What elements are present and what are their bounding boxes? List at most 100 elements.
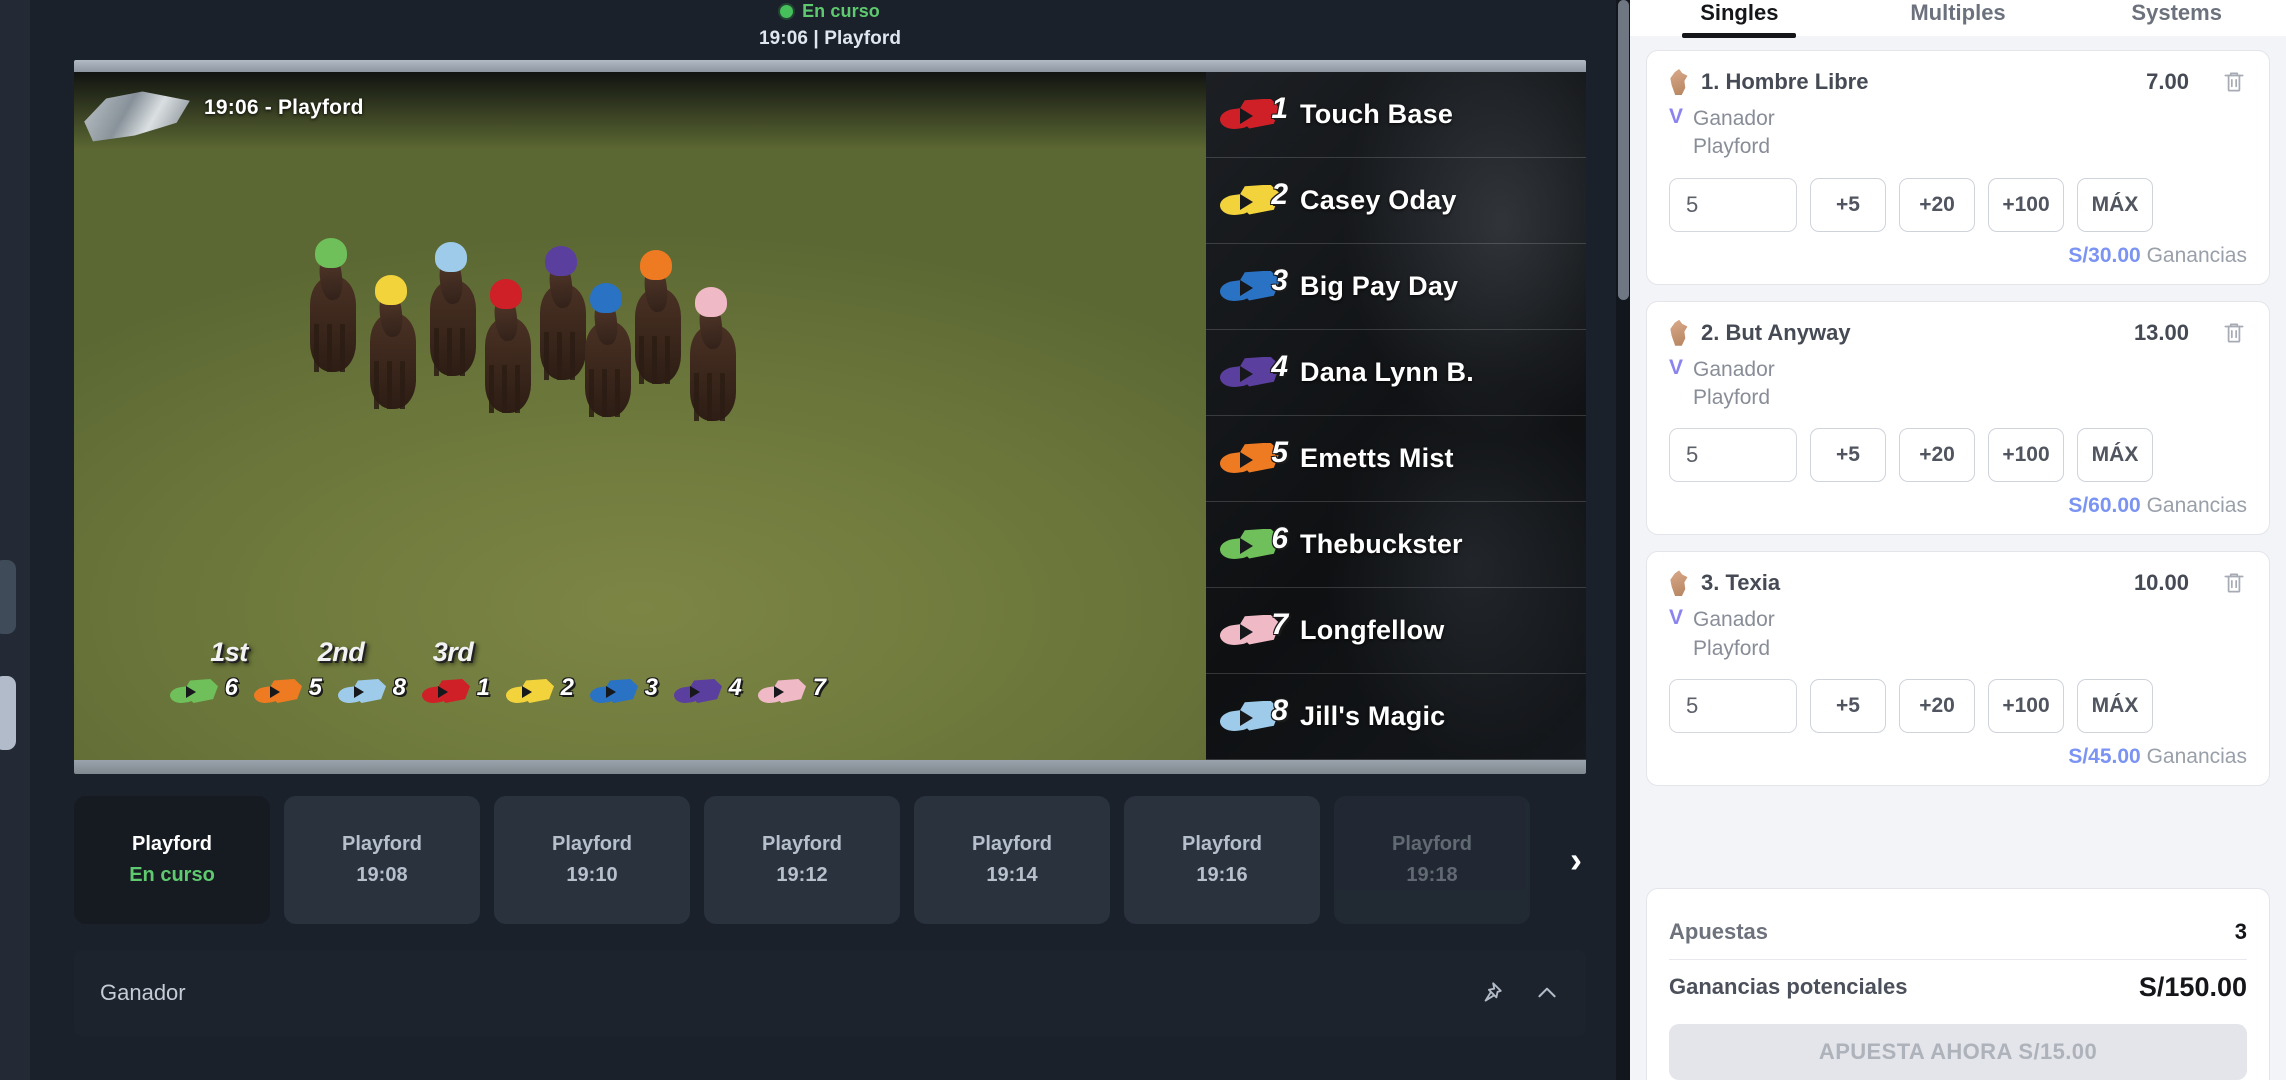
bet-market-block: V Ganador Playford bbox=[1669, 356, 2247, 413]
race-tab-time: 19:18 bbox=[1406, 864, 1458, 886]
position-label: 1st bbox=[210, 637, 248, 667]
horse-figure bbox=[364, 259, 422, 409]
runner-name: Jill's Magic bbox=[1300, 701, 1446, 731]
place-bet-button[interactable]: APUESTA AHORA S/15.00 bbox=[1669, 1024, 2247, 1080]
race-tab[interactable]: Playford 19:14 bbox=[914, 796, 1110, 924]
race-tab[interactable]: Playford 19:18 bbox=[1334, 796, 1530, 924]
betslip-tab[interactable]: Singles bbox=[1630, 0, 1849, 26]
race-tab[interactable]: Playford 19:08 bbox=[284, 796, 480, 924]
race-tab-time: 19:14 bbox=[986, 864, 1038, 886]
betslip-tab[interactable]: Multiples bbox=[1849, 0, 2068, 26]
quick-stake-button[interactable]: MÁX bbox=[2077, 177, 2153, 232]
quick-stake-button[interactable]: +5 bbox=[1810, 177, 1886, 232]
bet-market-block: V Ganador Playford bbox=[1669, 105, 2247, 162]
runner-row[interactable]: 5 Emetts Mist bbox=[1206, 416, 1586, 502]
silk-icon: 4 bbox=[673, 674, 742, 708]
race-tab-time: 19:10 bbox=[566, 864, 618, 886]
trash-icon[interactable] bbox=[2221, 570, 2247, 596]
video-canvas[interactable]: 19:06 - Playford 1st 2nd 3rd 65812347 bbox=[74, 72, 1206, 760]
quick-stake-button[interactable]: MÁX bbox=[2077, 428, 2153, 483]
bet-winnings: S/30.00 Ganancias bbox=[1669, 244, 2247, 268]
summary-row-potential: Ganancias potenciales S/150.00 bbox=[1669, 960, 2247, 1014]
stake-input[interactable] bbox=[1669, 679, 1797, 734]
quick-stake-button[interactable]: +5 bbox=[1810, 428, 1886, 483]
runner-name: Dana Lynn B. bbox=[1300, 357, 1474, 387]
silk-icon: 1 bbox=[1218, 92, 1288, 135]
horse-field bbox=[74, 192, 1206, 542]
live-dot-icon bbox=[780, 4, 794, 18]
silk-icon: 8 bbox=[1218, 694, 1288, 737]
bet-winnings: S/60.00 Ganancias bbox=[1669, 494, 2247, 518]
quick-stake-button[interactable]: +20 bbox=[1899, 177, 1975, 232]
runner-name: Longfellow bbox=[1300, 615, 1445, 645]
runner-row[interactable]: 1 Touch Base bbox=[1206, 72, 1586, 158]
bet-odds: 13.00 bbox=[2133, 319, 2189, 345]
rail-handle-upper[interactable] bbox=[0, 560, 16, 634]
bet-selection: 1. Hombre Libre bbox=[1701, 69, 1869, 94]
silk-icon: 2 bbox=[1218, 178, 1288, 221]
trash-icon[interactable] bbox=[2221, 69, 2247, 95]
position-labels: 1st 2nd 3rd bbox=[196, 637, 824, 668]
bet-market-text: Ganador Playford bbox=[1693, 357, 1775, 410]
betslip-summary: Apuestas 3 Ganancias potenciales S/150.0… bbox=[1646, 888, 2270, 1080]
main-scrollbar[interactable] bbox=[1616, 0, 1630, 1080]
quick-stake-button[interactable]: +100 bbox=[1988, 679, 2064, 734]
scrollbar-thumb[interactable] bbox=[1618, 0, 1629, 300]
race-tab-strip: Playford En curso Playford 19:08 Playford 19:… bbox=[74, 796, 1586, 924]
bet-winnings-label: Ganancias bbox=[2146, 494, 2247, 518]
race-tab[interactable]: Playford En curso bbox=[74, 796, 270, 924]
race-tab-time: 19:16 bbox=[1196, 864, 1248, 886]
quick-stake-button[interactable]: +5 bbox=[1810, 679, 1886, 734]
quick-stake-button[interactable]: +100 bbox=[1988, 177, 2064, 232]
race-tab[interactable]: Playford 19:12 bbox=[704, 796, 900, 924]
bet-card: 1. Hombre Libre 7.00 V GanadorPlayford +5+20… bbox=[1646, 50, 2270, 285]
trash-icon[interactable] bbox=[2221, 320, 2247, 346]
silk-icon: 1 bbox=[421, 674, 490, 708]
stake-input[interactable] bbox=[1669, 177, 1797, 232]
bet-winnings-label: Ganancias bbox=[2146, 243, 2247, 267]
race-tab-time: 19:12 bbox=[776, 864, 828, 886]
stake-input[interactable] bbox=[1669, 428, 1797, 483]
bets-count-value: 3 bbox=[2234, 919, 2247, 944]
horse-icon bbox=[1670, 319, 1688, 346]
quick-stake-button[interactable]: +100 bbox=[1988, 428, 2064, 483]
horse-figure bbox=[479, 263, 537, 413]
market-bar[interactable]: Ganador bbox=[74, 950, 1586, 1036]
position-label: 2nd bbox=[317, 637, 365, 667]
video-player[interactable]: 19:06 - Playford 1st 2nd 3rd 65812347 1 Tou… bbox=[74, 60, 1586, 774]
betslip-tab[interactable]: Systems bbox=[2067, 0, 2286, 26]
bet-winnings: S/45.00 Ganancias bbox=[1669, 745, 2247, 769]
quick-stake-button[interactable]: MÁX bbox=[2077, 679, 2153, 734]
bet-winnings-amount: S/60.00 bbox=[2068, 494, 2141, 518]
quick-stake-button[interactable]: +20 bbox=[1899, 428, 1975, 483]
horse-figure bbox=[424, 226, 482, 376]
position-overlay: 1st 2nd 3rd 65812347 bbox=[169, 637, 826, 708]
race-tab[interactable]: Playford 19:10 bbox=[494, 796, 690, 924]
runner-row[interactable]: 7 Longfellow bbox=[1206, 588, 1586, 674]
runner-row[interactable]: 3 Big Pay Day bbox=[1206, 244, 1586, 330]
runner-row[interactable]: 2 Casey Oday bbox=[1206, 158, 1586, 244]
race-tab-venue: Playford bbox=[971, 833, 1053, 855]
runner-row[interactable]: 4 Dana Lynn B. bbox=[1206, 330, 1586, 416]
runner-row[interactable]: 8 Jill's Magic bbox=[1206, 674, 1586, 760]
market-title: Ganador bbox=[100, 980, 186, 1005]
quick-stake-button[interactable]: +20 bbox=[1899, 679, 1975, 734]
bet-selection: 3. Texia bbox=[1701, 570, 1781, 596]
position-label: 3rd bbox=[432, 637, 474, 667]
chevron-up-icon[interactable] bbox=[1534, 980, 1560, 1006]
pin-icon[interactable] bbox=[1478, 980, 1504, 1006]
betslip-panel: Singles Multiples Systems 1. Hombre Libre 7… bbox=[1630, 0, 2286, 1080]
race-tab-venue: Playford bbox=[551, 833, 633, 855]
runner-list: 1 Touch Base 2 Casey Oday 3 Big Pay Day 4 Dana … bbox=[1206, 72, 1586, 760]
race-tab[interactable]: Playford 19:16 bbox=[1124, 796, 1320, 924]
video-top-frame bbox=[74, 60, 1586, 72]
next-races-button[interactable]: › bbox=[1544, 796, 1608, 924]
runner-name: Thebuckster bbox=[1300, 529, 1463, 559]
rail-handle-lower[interactable] bbox=[0, 676, 16, 750]
stake-row: +5+20+100MÁX bbox=[1669, 177, 2247, 232]
runner-row[interactable]: 6 Thebuckster bbox=[1206, 502, 1586, 588]
stake-row: +5+20+100MÁX bbox=[1669, 428, 2247, 483]
betslip-tabs: Singles Multiples Systems bbox=[1630, 0, 2286, 36]
sport-icon: V bbox=[1669, 606, 1684, 630]
video-overlay-title: 19:06 - Playford bbox=[204, 96, 364, 119]
